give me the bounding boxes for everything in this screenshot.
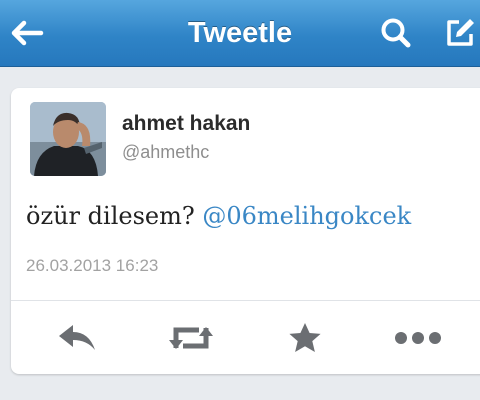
- mention-link[interactable]: @06melihgokcek: [202, 202, 411, 230]
- search-icon: [381, 18, 411, 48]
- tweet-card: ahmet hakan @ahmethc özür dilesem? @06me…: [11, 88, 480, 374]
- retweet-button[interactable]: [156, 301, 226, 374]
- more-icon: [395, 331, 441, 344]
- more-button[interactable]: [383, 301, 453, 374]
- compose-icon: [447, 19, 474, 46]
- reply-button[interactable]: [42, 301, 112, 374]
- tweet-text: özür dilesem? @06melihgokcek: [26, 202, 411, 230]
- back-button[interactable]: [2, 0, 52, 66]
- tweet-timestamp: 26.03.2013 16:23: [26, 256, 159, 275]
- compose-button[interactable]: [438, 0, 480, 66]
- tweet-actions: [11, 301, 480, 374]
- avatar-photo: [30, 102, 106, 176]
- app-title: Tweetle: [187, 17, 293, 49]
- favorite-button[interactable]: [270, 301, 340, 374]
- back-arrow-icon: [11, 20, 44, 46]
- avatar[interactable]: [30, 102, 106, 176]
- author-handle[interactable]: @ahmethc: [122, 142, 209, 163]
- retweet-icon: [169, 326, 213, 349]
- search-button[interactable]: [372, 0, 420, 66]
- star-icon: [289, 322, 321, 352]
- reply-icon: [59, 324, 95, 350]
- author-name[interactable]: ahmet hakan: [122, 112, 250, 136]
- nav-bar: Tweetle: [0, 0, 480, 67]
- tweet-body: özür dilesem?: [26, 202, 195, 230]
